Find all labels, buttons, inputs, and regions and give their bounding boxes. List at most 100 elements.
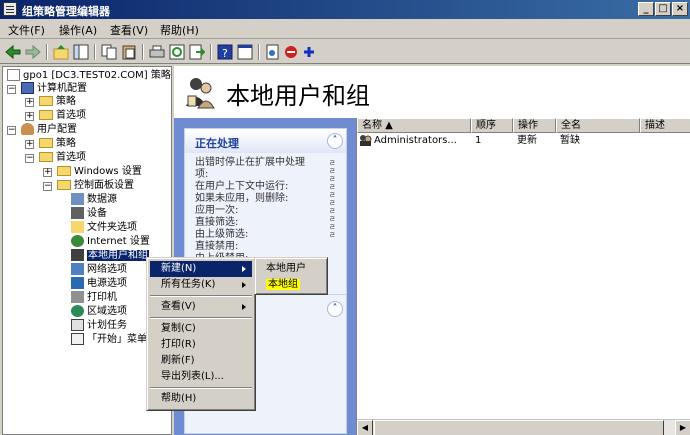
- toolbar-separator: [258, 44, 260, 60]
- menu-copy[interactable]: 复制(C): [150, 321, 252, 337]
- menu-separator: [150, 295, 252, 297]
- column-header-description[interactable]: 描述: [640, 118, 690, 133]
- maximize-button[interactable]: □: [655, 2, 671, 16]
- scroll-thumb[interactable]: [374, 420, 664, 435]
- folder-icon: [39, 96, 53, 106]
- processing-line: 出错时停止在扩展中处理: [195, 157, 305, 168]
- row-fullname: 暂缺: [560, 135, 580, 146]
- column-header-action[interactable]: 操作: [513, 118, 556, 133]
- tree-windows-settings[interactable]: Windows 设置: [57, 165, 142, 179]
- processing-panel-header: 正在处理 ˄: [185, 129, 346, 153]
- collapse-chevron-icon[interactable]: ˄: [327, 301, 343, 317]
- processing-line: 应用一次:: [195, 205, 239, 216]
- submenu-local-group-label: 本地组: [266, 279, 300, 290]
- new-submenu: 本地用户 本地组: [254, 257, 328, 295]
- tree-item-local-users[interactable]: 本地用户和组: [71, 249, 149, 263]
- tree-root[interactable]: gpo1 [DC3.TEST02.COM] 策略: [7, 69, 171, 83]
- expand-expander[interactable]: +: [43, 168, 52, 177]
- control-panel-folder-icon: [57, 180, 71, 190]
- tree-item-datasource[interactable]: 数据源: [71, 193, 117, 207]
- folder-options-icon: [71, 221, 84, 233]
- copy-icon[interactable]: [100, 43, 118, 61]
- paste-icon[interactable]: [120, 43, 138, 61]
- tree-item-internet[interactable]: Internet 设置: [71, 235, 150, 249]
- column-header-name[interactable]: 名称 ▲: [357, 118, 471, 133]
- tree-item-network[interactable]: 网络选项: [71, 263, 127, 277]
- processing-line: 由上级筛选:: [195, 229, 249, 240]
- forward-icon[interactable]: [24, 43, 42, 61]
- processing-line: 直接筛选:: [195, 217, 239, 228]
- refresh-icon[interactable]: [168, 43, 186, 61]
- tree-c-pref[interactable]: 首选项: [39, 109, 86, 123]
- expand-expander[interactable]: +: [25, 140, 34, 149]
- menu-all-tasks[interactable]: 所有任务(K): [150, 277, 252, 293]
- up-folder-icon[interactable]: [52, 43, 70, 61]
- menu-print[interactable]: 打印(R): [150, 337, 252, 353]
- stop-icon[interactable]: [282, 43, 300, 61]
- toolbar: ?: [0, 40, 690, 64]
- back-icon[interactable]: [4, 43, 22, 61]
- column-header-fullname[interactable]: 全名: [556, 118, 640, 133]
- scroll-left-icon[interactable]: ◀: [357, 420, 373, 435]
- scheduled-task-icon: [71, 319, 84, 331]
- tree-u-policy[interactable]: 策略: [39, 137, 76, 151]
- minimize-button[interactable]: _: [638, 2, 654, 16]
- device-icon: [71, 207, 84, 219]
- tree-item-regional[interactable]: 区域选项: [71, 305, 127, 319]
- processing-line: 如果未应用，则删除:: [195, 193, 289, 204]
- properties-icon[interactable]: [236, 43, 254, 61]
- collapse-expander[interactable]: −: [7, 85, 16, 94]
- submenu-local-group[interactable]: 本地组: [258, 277, 324, 293]
- row-order: 1: [475, 135, 482, 146]
- menu-all-tasks-label: 所有任务(K): [161, 279, 216, 290]
- menu-help-item[interactable]: 帮助(H): [150, 391, 252, 407]
- context-menu: 新建(N) 所有任务(K) 查看(V) 复制(C) 打印(R) 刷新(F) 导出…: [146, 257, 256, 411]
- tree-c-policy[interactable]: 策略: [39, 95, 76, 109]
- tree-user-config[interactable]: 用户配置: [21, 123, 77, 137]
- menu-view-item[interactable]: 查看(V): [150, 299, 252, 315]
- policy-document-icon: [7, 69, 20, 81]
- help-icon[interactable]: ?: [216, 43, 234, 61]
- submenu-arrow-icon: [242, 266, 246, 272]
- tree-u-pref[interactable]: 首选项: [39, 151, 86, 165]
- tree-control-panel[interactable]: 控制面板设置: [57, 179, 134, 193]
- close-button[interactable]: ×: [672, 2, 688, 16]
- collapse-chevron-icon[interactable]: ˄: [327, 133, 343, 149]
- list-row[interactable]: Administrators... 1 更新 暂缺: [357, 134, 690, 148]
- collapse-expander[interactable]: −: [7, 126, 16, 135]
- menu-help[interactable]: 帮助(H): [160, 22, 199, 38]
- tree-item-devices[interactable]: 设备: [71, 207, 107, 221]
- new-document-icon[interactable]: [264, 43, 282, 61]
- menu-export-list[interactable]: 导出列表(L)...: [150, 369, 252, 385]
- column-header-order[interactable]: 顺序: [471, 118, 513, 133]
- tree-item-folder-options[interactable]: 文件夹选项: [71, 221, 137, 235]
- add-icon[interactable]: [300, 43, 318, 61]
- tree-item-scheduled[interactable]: 计划任务: [71, 319, 127, 333]
- printer-icon: [71, 291, 84, 303]
- export-icon[interactable]: [188, 43, 206, 61]
- tree-item-printers[interactable]: 打印机: [71, 291, 117, 305]
- tree-item-power[interactable]: 电源选项: [71, 277, 127, 291]
- menu-new[interactable]: 新建(N): [150, 261, 252, 277]
- tree-computer-config[interactable]: 计算机配置: [21, 82, 87, 96]
- menu-view[interactable]: 查看(V): [110, 22, 148, 38]
- menu-action[interactable]: 操作(A): [59, 22, 97, 38]
- expand-expander[interactable]: +: [25, 112, 34, 121]
- menu-new-label: 新建(N): [161, 263, 197, 274]
- menu-refresh[interactable]: 刷新(F): [150, 353, 252, 369]
- expand-expander[interactable]: +: [25, 98, 34, 107]
- processing-line: 项:: [195, 169, 209, 180]
- toolbar-separator: [210, 44, 212, 60]
- folder-icon: [39, 138, 53, 148]
- collapse-expander[interactable]: −: [25, 154, 34, 163]
- horizontal-scrollbar[interactable]: ◀ ▶: [357, 419, 690, 435]
- show-tree-icon[interactable]: [72, 43, 90, 61]
- regional-icon: [71, 305, 84, 317]
- tree-item-start-menu[interactable]: 「开始」菜单: [71, 333, 147, 347]
- print-icon[interactable]: [148, 43, 166, 61]
- collapse-expander[interactable]: −: [43, 182, 52, 191]
- submenu-local-user[interactable]: 本地用户: [258, 261, 324, 277]
- menu-file[interactable]: 文件(F): [8, 22, 45, 38]
- submenu-arrow-icon: [242, 282, 246, 288]
- scroll-right-icon[interactable]: ▶: [675, 420, 690, 435]
